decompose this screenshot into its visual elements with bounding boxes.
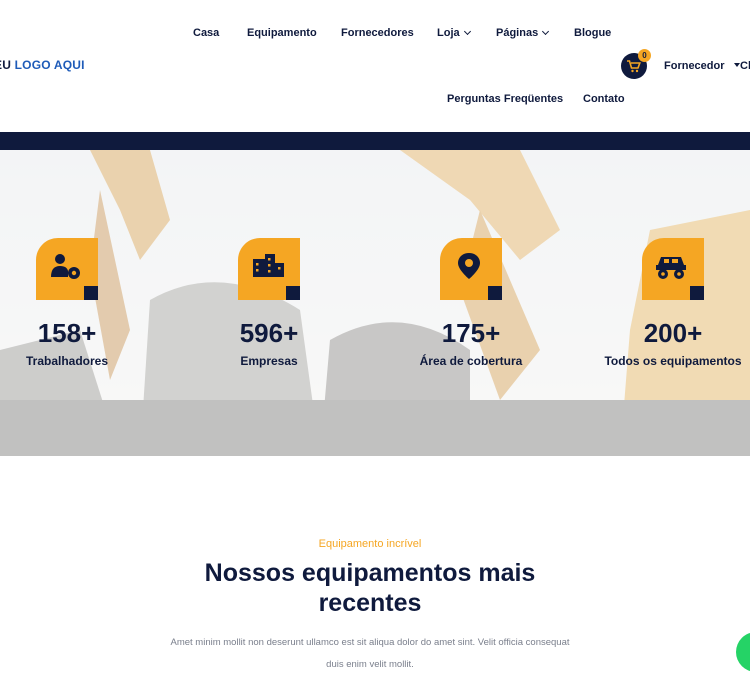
stats-section: 158+ Trabalhadores 596+ Empresas 175+ Ár… — [0, 150, 750, 456]
stat-icon-box — [440, 238, 502, 300]
nav-blog[interactable]: Blogue — [574, 27, 611, 39]
client-dropdown[interactable]: Cl — [740, 60, 750, 72]
chat-widget-button[interactable] — [736, 632, 750, 672]
section-eyebrow: Equipamento incrível — [318, 538, 422, 550]
site-logo[interactable]: EU LOGO AQUI — [0, 58, 85, 72]
stat-number: 158+ — [37, 318, 97, 348]
nav-contact[interactable]: Contato — [583, 93, 625, 105]
nav-suppliers[interactable]: Fornecedores — [341, 27, 414, 39]
stat-icon-corner — [690, 286, 704, 300]
hero-overlay — [0, 150, 750, 456]
site-header: EU LOGO AQUI Casa Equipamento Fornecedor… — [0, 0, 750, 132]
monster-truck-icon — [656, 257, 686, 279]
stat-label: Área de cobertura — [419, 354, 523, 368]
chevron-down-icon — [542, 27, 550, 36]
nav-pages-label: Páginas — [496, 27, 539, 39]
location-pin-icon — [458, 253, 480, 279]
stat-icon-corner — [84, 286, 98, 300]
header-divider-band — [0, 132, 750, 150]
cart-icon — [627, 60, 641, 73]
supplier-dropdown-label: Fornecedor — [664, 60, 725, 72]
stat-number: 596+ — [239, 318, 299, 348]
stat-icon-box — [642, 238, 704, 300]
caret-down-icon — [733, 63, 740, 67]
supplier-dropdown[interactable]: Fornecedor — [664, 60, 740, 72]
section-title: Nossos equipamentos mais recentes — [204, 559, 536, 617]
nav-pages[interactable]: Páginas — [496, 27, 550, 39]
stat-icon-box — [238, 238, 300, 300]
stat-icon-box — [36, 238, 98, 300]
worker-gear-icon — [51, 254, 80, 279]
chevron-down-icon — [463, 27, 471, 36]
stat-number: 200+ — [643, 318, 703, 348]
nav-equipment[interactable]: Equipamento — [247, 27, 317, 39]
cart-count-badge: 0 — [638, 49, 651, 62]
stat-label: Todos os equipamentos — [604, 354, 742, 368]
section-description: Amet minim mollit non deserunt ullamco e… — [170, 637, 570, 670]
stat-number: 175+ — [441, 318, 501, 348]
stat-label: Empresas — [240, 354, 298, 368]
stat-label: Trabalhadores — [25, 354, 109, 368]
logo-text-part2: LOGO AQUI — [14, 58, 85, 72]
stat-icon-corner — [488, 286, 502, 300]
nav-shop[interactable]: Loja — [437, 27, 471, 39]
nav-home[interactable]: Casa — [193, 27, 219, 39]
nav-faq[interactable]: Perguntas Freqüentes — [447, 93, 563, 105]
stat-icon-corner — [286, 286, 300, 300]
nav-shop-label: Loja — [437, 27, 460, 39]
buildings-icon — [253, 254, 284, 277]
logo-text-part1: EU — [0, 58, 12, 72]
